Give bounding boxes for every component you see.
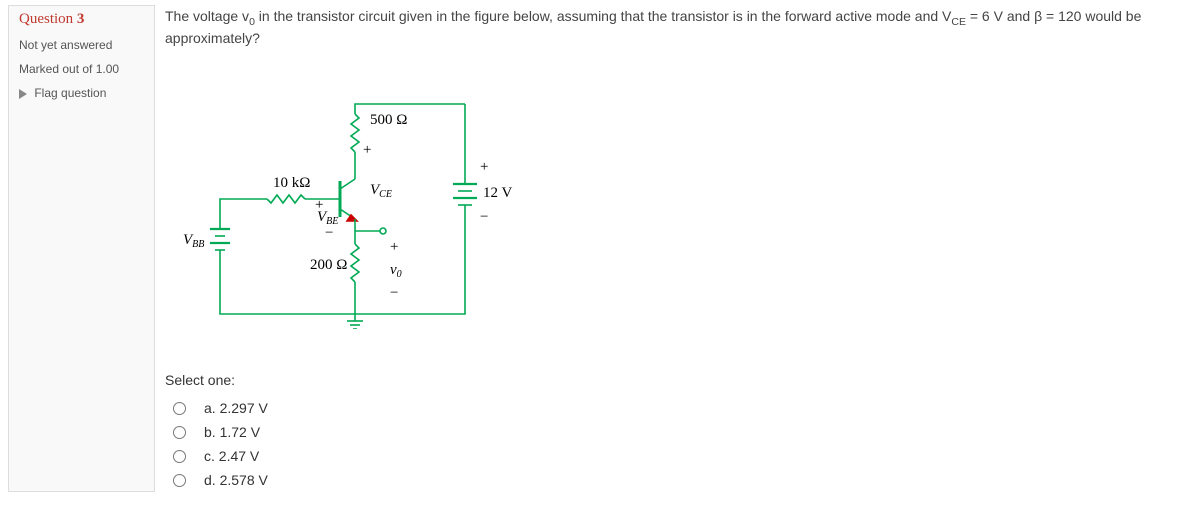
label-r10k: 10 kΩ	[273, 175, 310, 191]
mark-status: Marked out of 1.00	[9, 57, 154, 81]
qtext-mid: in the transistor circuit given in the f…	[255, 8, 951, 24]
option-d-radio[interactable]	[173, 474, 186, 487]
option-a-radio[interactable]	[173, 402, 186, 415]
label-minus-vo: −	[390, 285, 398, 301]
answer-options: a. 2.297 V b. 1.72 V c. 2.47 V d. 2.578 …	[165, 396, 1175, 492]
question-info-panel: Question 3 Not yet answered Marked out o…	[8, 5, 155, 492]
option-a-label: a. 2.297 V	[204, 400, 268, 416]
option-a[interactable]: a. 2.297 V	[165, 396, 1175, 420]
question-label-text: Question	[19, 11, 73, 27]
circuit-diagram: 500 Ω + 10 kΩ VBB VCE VBE + − 12 V + − 2…	[165, 69, 1175, 332]
label-plus-500: +	[363, 142, 371, 158]
label-r500: 500 Ω	[370, 112, 407, 128]
qtext-pre: The voltage v	[165, 8, 249, 24]
option-c[interactable]: c. 2.47 V	[165, 444, 1175, 468]
qtext-sub2: CE	[951, 16, 966, 28]
label-plus-12v: +	[480, 159, 488, 175]
label-vbb: VBB	[183, 232, 204, 250]
label-12v: 12 V	[483, 185, 512, 201]
question-number-value: 3	[77, 11, 85, 27]
label-minus-vbe: −	[325, 225, 333, 241]
answer-status: Not yet answered	[9, 33, 154, 57]
option-d[interactable]: d. 2.578 V	[165, 468, 1175, 492]
option-c-label: c. 2.47 V	[204, 448, 259, 464]
option-b-radio[interactable]	[173, 426, 186, 439]
option-b-label: b. 1.72 V	[204, 424, 260, 440]
label-plus-vo: +	[390, 239, 398, 255]
option-b[interactable]: b. 1.72 V	[165, 420, 1175, 444]
select-one-label: Select one:	[165, 372, 1175, 388]
label-r200: 200 Ω	[310, 257, 347, 273]
flag-icon	[19, 89, 27, 99]
option-d-label: d. 2.578 V	[204, 472, 268, 488]
label-plus-vbe: +	[315, 197, 323, 213]
option-c-radio[interactable]	[173, 450, 186, 463]
label-vo: v0	[390, 262, 402, 280]
question-text: The voltage v0 in the transistor circuit…	[165, 7, 1175, 49]
question-number: Question 3	[9, 6, 154, 33]
label-minus-12v: −	[480, 209, 488, 225]
flag-question-link[interactable]: Flag question	[9, 81, 154, 105]
label-vce: VCE	[370, 182, 392, 200]
question-content: The voltage v0 in the transistor circuit…	[165, 5, 1175, 492]
flag-question-text: Flag question	[34, 86, 106, 100]
